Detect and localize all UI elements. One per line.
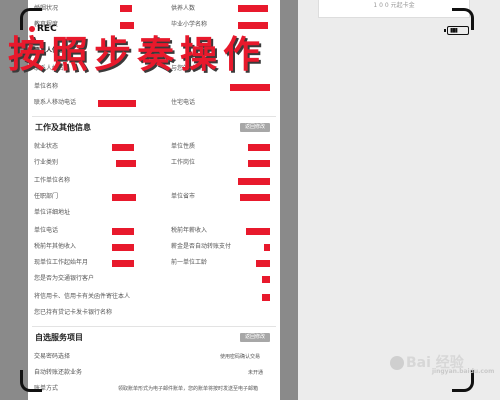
field-label-unit-phone: 单位电话: [34, 227, 59, 234]
field-label-position: 工作岗位: [171, 159, 196, 166]
field-value-statement: 领取账单形式为电子邮件账单，您的账单将按时发送至电子邮箱: [118, 386, 259, 392]
battery-icon: ▮▮▮: [444, 26, 469, 35]
field-label-salary-transfer: 薪金是否自动转账支付: [171, 243, 232, 250]
watermark-url: jingyan.baidu.com: [432, 368, 495, 375]
work-section-title: 工作及其他信息: [35, 123, 91, 132]
field-label-start-date: 现单位工作起始年月: [34, 259, 89, 266]
redacted-value: [262, 294, 270, 301]
field-label-mail-to: 将信用卡、信用卡有关函件寄往本人: [34, 293, 131, 300]
field-value-tx-password: 使用密码确认交易: [220, 354, 261, 360]
section-divider: [32, 326, 276, 327]
field-label-dependents: 供养人数: [171, 5, 196, 12]
field-label-employer: 工作单位名称: [34, 177, 71, 184]
field-label-unit-type: 单位性质: [171, 143, 196, 150]
paw-icon: [390, 356, 404, 370]
field-label-home-phone: 住宅电话: [171, 99, 196, 106]
card-fee-panel: 1 0 0 元起卡金: [318, 0, 470, 18]
field-label-tx-password: 交易密码选择: [34, 353, 71, 360]
instruction-headline: 按照步奏操作: [8, 32, 266, 76]
field-label-unit-city: 单位省市: [171, 193, 196, 200]
background-panel: [298, 0, 500, 400]
redacted-value: [238, 178, 270, 185]
field-label-contact-mobile: 联系人移动电话: [34, 99, 77, 106]
redacted-value: [256, 260, 270, 267]
redacted-value: [248, 144, 270, 151]
redacted-value: [120, 5, 132, 12]
work-edit-button[interactable]: 返回修改: [240, 123, 270, 132]
redacted-value: [238, 5, 268, 12]
redacted-value: [230, 84, 270, 91]
field-label-industry: 行业类别: [34, 159, 59, 166]
redacted-value: [112, 244, 134, 251]
field-value-auto-repay: 未开通: [248, 370, 264, 376]
redacted-value: [116, 160, 136, 167]
field-label-other-income: 税前年其他收入: [34, 243, 77, 250]
viewfinder-corner: [20, 370, 42, 392]
redacted-value: [248, 160, 270, 167]
redacted-value: [112, 228, 134, 235]
redacted-value: [264, 244, 270, 251]
redacted-value: [112, 260, 134, 267]
section-divider: [32, 116, 276, 117]
redacted-value: [112, 144, 134, 151]
service-edit-button[interactable]: 返回修改: [240, 333, 270, 342]
watermark: Bai 经验 jingyan.baidu.com: [390, 352, 494, 375]
field-label-annual-salary: 税前年薪收入: [171, 227, 208, 234]
field-label-unit-name: 单位名称: [34, 83, 59, 90]
field-label-department: 任职部门: [34, 193, 59, 200]
redacted-value: [112, 194, 136, 201]
field-label-other-cards: 您已持有贷记卡发卡银行名称: [34, 309, 113, 316]
field-label-employment: 就业状态: [34, 143, 59, 150]
field-label-bocom-customer: 您是否为交通银行客户: [34, 275, 95, 282]
redacted-value: [98, 100, 136, 107]
field-label-prev-tenure: 前一单位工龄: [171, 259, 208, 266]
redacted-value: [246, 228, 270, 235]
redacted-value: [262, 276, 270, 283]
service-section-title: 自选服务项目: [35, 333, 83, 342]
field-label-unit-address: 单位详细地址: [34, 209, 71, 216]
redacted-value: [240, 194, 270, 201]
card-fee-text: 1 0 0 元起卡金: [373, 2, 415, 9]
